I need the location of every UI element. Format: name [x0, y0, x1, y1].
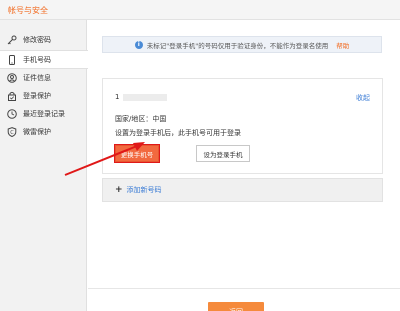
- id-card-icon: [7, 72, 17, 83]
- sidebar-item-id-info[interactable]: 证件信息: [0, 68, 87, 87]
- sidebar-item-weilei-protection[interactable]: C 微雷保护: [0, 122, 87, 141]
- clock-icon: [7, 108, 17, 119]
- phone-prefix: 1: [115, 93, 120, 101]
- phone-card: 1 收起 国家/地区：中国 设置为登录手机后，此手机号可用于登录 更换手机号 设…: [102, 78, 383, 174]
- sidebar-item-recent-logins[interactable]: 最近登录记录: [0, 104, 87, 123]
- change-phone-button[interactable]: 更换手机号: [114, 144, 160, 163]
- login-description: 设置为登录手机后，此手机号可用于登录: [115, 129, 241, 137]
- sidebar-item-login-protection[interactable]: 登录保护: [0, 86, 87, 105]
- sidebar-item-label: 最近登录记录: [23, 109, 65, 118]
- title-bar: 帐号与安全: [0, 0, 400, 20]
- phone-mask: [123, 93, 168, 101]
- add-number-link[interactable]: 添加新号码: [127, 185, 162, 195]
- footer-divider: [88, 288, 400, 289]
- sidebar-item-label: 手机号码: [23, 55, 51, 64]
- collapse-link[interactable]: 收起: [356, 93, 370, 103]
- key-icon: [7, 35, 17, 45]
- info-icon: i: [134, 40, 143, 49]
- sidebar-item-label: 证件信息: [23, 73, 51, 82]
- back-button[interactable]: 返回: [208, 302, 264, 311]
- window-title: 帐号与安全: [8, 6, 48, 15]
- sidebar: 修改密码 手机号码 证件信息 登录保护 最近登录记录 C 微雷保护: [0, 20, 88, 311]
- shield-icon: C: [7, 126, 17, 137]
- set-login-phone-button[interactable]: 设为登录手机: [196, 145, 250, 162]
- lock-icon: [7, 91, 17, 101]
- phone-icon: [7, 54, 17, 65]
- add-number-row[interactable]: + 添加新号码: [102, 178, 383, 202]
- sidebar-item-change-password[interactable]: 修改密码: [0, 30, 87, 49]
- plus-icon: +: [115, 185, 123, 195]
- info-notice: i 未标记"登录手机"的号码仅用于验证身份，不能作为登录名使用 帮助: [102, 36, 382, 53]
- help-link[interactable]: 帮助: [336, 40, 349, 50]
- svg-text:C: C: [10, 130, 14, 136]
- notice-text: 未标记"登录手机"的号码仅用于验证身份，不能作为登录名使用: [146, 41, 329, 50]
- phone-number: 1: [115, 93, 168, 101]
- sidebar-item-label: 微雷保护: [23, 127, 51, 136]
- region-text: 国家/地区：中国: [115, 115, 167, 123]
- sidebar-item-label: 登录保护: [23, 91, 51, 100]
- sidebar-item-label: 修改密码: [23, 35, 51, 44]
- sidebar-item-phone-number[interactable]: 手机号码: [0, 50, 88, 69]
- main-panel: i 未标记"登录手机"的号码仅用于验证身份，不能作为登录名使用 帮助 1 收起 …: [88, 20, 400, 311]
